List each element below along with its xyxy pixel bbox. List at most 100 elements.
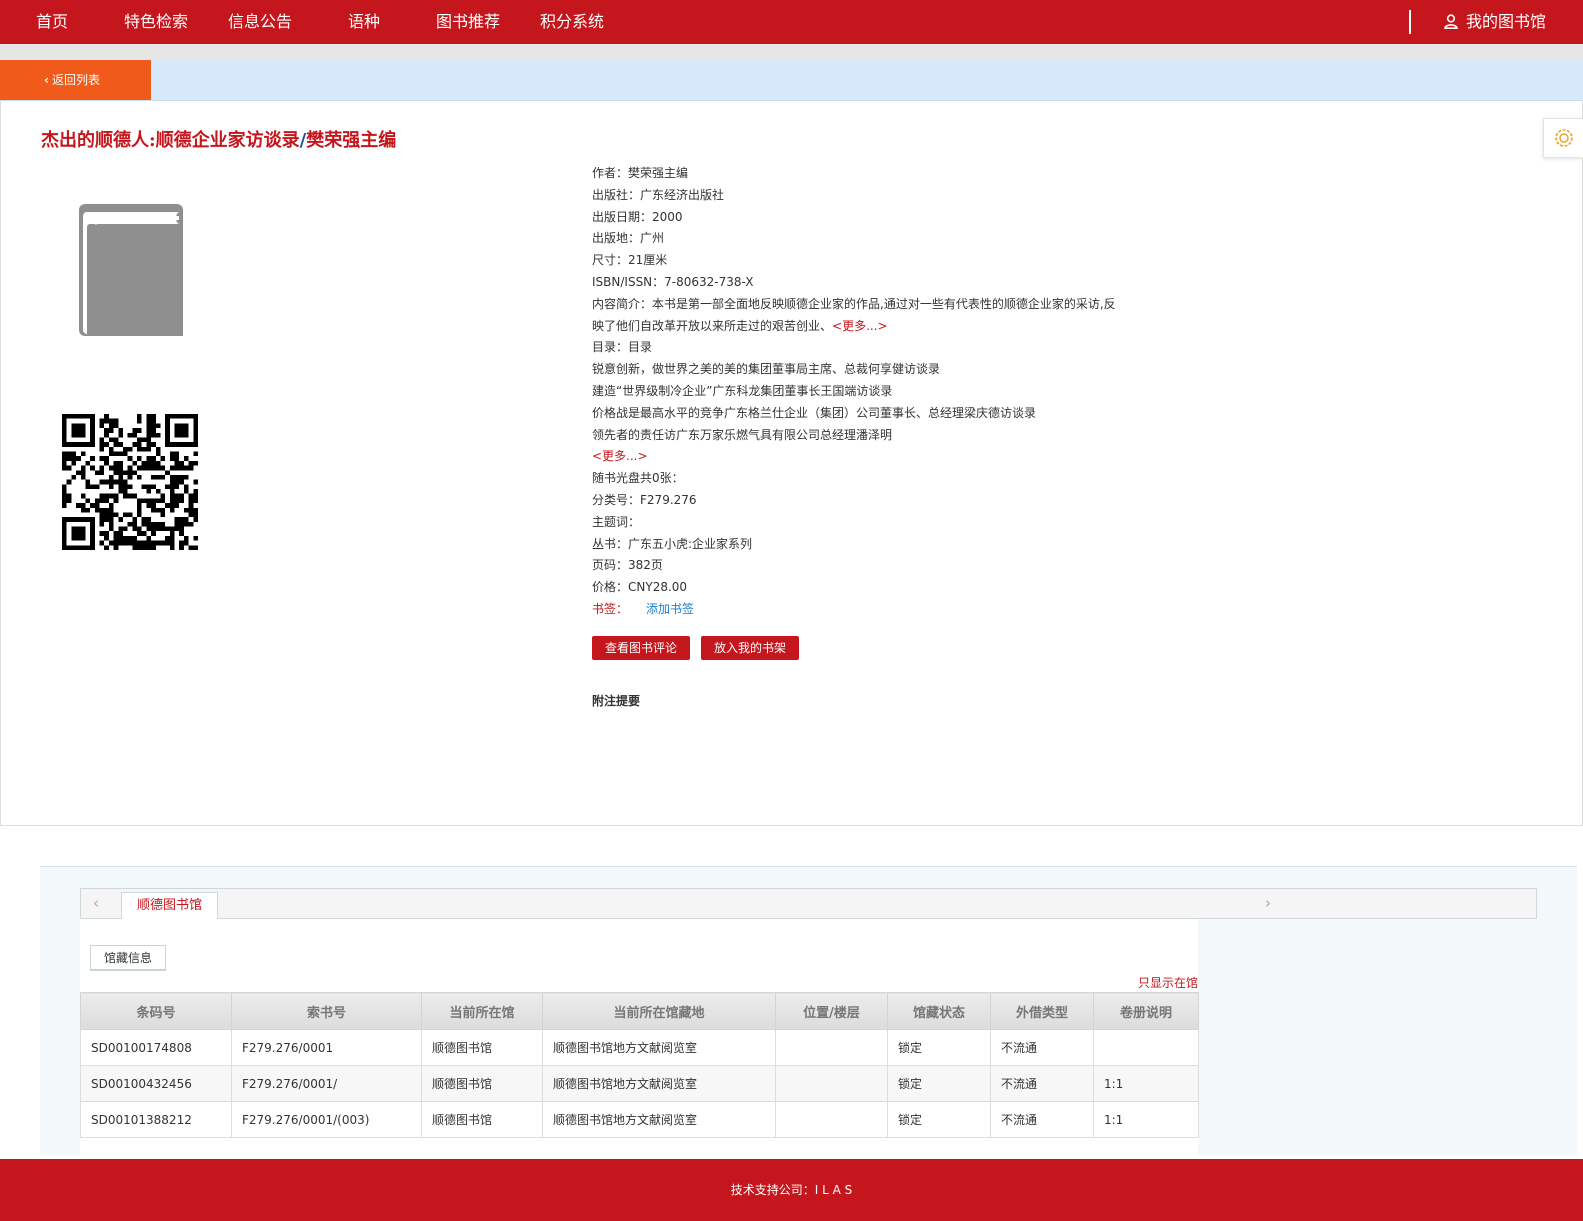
nav-points-system[interactable]: 积分系统 [540,0,604,44]
toc-value: 目录 [628,340,653,355]
chevron-left-icon: ‹ [44,73,49,87]
tab-scroll-left-icon[interactable]: ‹ [81,889,111,918]
info-bookmark: 书签： 添加书签 [592,599,1132,621]
cell-status: 锁定 [887,1029,991,1066]
bookmark-label: 书签： [592,601,629,616]
publisher-value: 广东经济出版社 [640,187,725,202]
add-bookmark-link[interactable]: 添加书签 [646,602,694,616]
nav-shadow-bar [0,44,1583,60]
summary-text-1: 本书是第一部全面地反映顺德企业家的作品,通过对一些有代表性的顺德企业家的采访,反 [652,296,1116,311]
user-icon [1444,13,1458,29]
cell-loan-type: 不流通 [990,1065,1094,1102]
book-info: 作者：樊荣强主编 出版社：广东经济出版社 出版日期：2000 出版地：广州 尺寸… [592,163,1132,621]
cell-barcode: SD00100432456 [80,1065,232,1102]
col-current-library: 当前所在馆 [421,992,543,1030]
info-cd: 随书光盘共0张： [592,471,684,486]
toc-line: 建造“世界级制冷企业”广东科龙集团董事长王国端访谈录 [592,383,893,398]
pubdate-value: 2000 [652,209,683,224]
cell-library: 顺德图书馆 [421,1029,543,1066]
table-row: SD00100174808 F279.276/0001 顺德图书馆 顺德图书馆地… [80,1029,1199,1066]
author-label: 作者： [592,166,629,180]
nav-recommendations[interactable]: 图书推荐 [436,0,500,44]
cell-location: 顺德图书馆地方文献阅览室 [542,1101,776,1138]
nav-announcements[interactable]: 信息公告 [228,0,292,44]
toc-line: 领先者的责任访广东万家乐燃气具有限公司总经理潘泽明 [592,427,893,442]
cell-call-number: F279.276/0001/(003) [231,1101,422,1138]
gear-icon [1554,129,1573,147]
info-class: 分类号：F279.276 [592,490,1132,512]
nav-special-search[interactable]: 特色检索 [124,0,188,44]
only-available-link[interactable]: 只显示在馆 [1138,974,1198,991]
cell-location: 顺德图书馆地方文献阅览室 [542,1065,776,1102]
footer-credit: 技术支持公司：I L A S [0,1159,1583,1221]
cell-call-number: F279.276/0001/ [231,1065,422,1102]
author-value: 樊荣强主编 [628,166,689,180]
col-status: 馆藏状态 [887,992,991,1030]
cell-barcode: SD00101388212 [80,1101,232,1138]
nav-home[interactable]: 首页 [36,0,68,44]
cell-volume: 1:1 [1093,1065,1199,1102]
nav-divider [1409,10,1411,34]
info-pubdate: 出版日期：2000 [592,207,1132,229]
info-subject: 主题词： [592,512,1132,534]
pages-value: 382页 [628,558,663,573]
col-volume-note: 卷册说明 [1093,992,1199,1030]
table-header-row: 条码号 索书号 当前所在馆 当前所在馆藏地 位置/楼层 馆藏状态 外借类型 卷册… [80,992,1199,1030]
table-row: SD00101388212 F279.276/0001/(003) 顺德图书馆 … [80,1101,1199,1138]
toc-line: 价格战是最高水平的竞争广东格兰仕企业（集团）公司董事长、总经理梁庆德访谈录 [592,405,1037,420]
series-label: 丛书： [592,536,629,551]
tab-scroll-right-icon[interactable]: › [1253,889,1283,918]
info-pages: 页码：382页 [592,555,1132,577]
tab-shunde-library[interactable]: 顺德图书馆 [121,892,218,919]
info-series: 丛书：广东五小虎:企业家系列 [592,534,1132,556]
toc-line: 锐意创新，做世界之美的美的集团董事局主席、总裁何享健访谈录 [592,362,941,377]
cell-status: 锁定 [887,1065,991,1102]
cell-volume [1093,1029,1199,1066]
floating-widget-button[interactable] [1543,118,1583,158]
tab-holdings-info[interactable]: 馆藏信息 [90,945,166,971]
nav-languages[interactable]: 语种 [348,0,380,44]
top-nav: 首页 特色检索 信息公告 语种 图书推荐 积分系统 我的图书馆 [0,0,1583,44]
summary-label: 内容简介： [592,296,653,311]
cell-location: 顺德图书馆地方文献阅览室 [542,1029,776,1066]
toc-label: 目录： [592,340,629,355]
back-to-list-button[interactable]: ‹ 返回列表 [0,60,151,100]
info-place: 出版地：广州 [592,228,1132,250]
book-title: 杰出的顺德人:顺德企业家访谈录/樊荣强主编 [41,126,396,152]
col-loan-type: 外借类型 [990,992,1094,1030]
cell-volume: 1:1 [1093,1101,1199,1138]
qr-code [62,414,198,550]
series-value: 广东五小虎:企业家系列 [628,536,753,551]
subject-label: 主题词： [592,514,641,529]
place-label: 出版地： [592,231,641,246]
info-author: 作者：樊荣强主编 [592,163,1132,185]
info-summary-line1: 内容简介：本书是第一部全面地反映顺德企业家的作品,通过对一些有代表性的顺德企业家… [592,294,1132,316]
cell-floor [775,1101,888,1138]
toc-more-link[interactable]: <更多...> [592,449,648,463]
price-label: 价格： [592,580,629,595]
nav-my-library[interactable]: 我的图书馆 [1444,0,1546,44]
size-value: 21厘米 [628,253,668,268]
back-bar [0,60,1583,101]
info-toc: 目录：目录 [592,337,1132,359]
notes-heading: 附注提要 [592,694,641,708]
cell-floor [775,1029,888,1066]
isbn-value: 7-80632-738-X [664,274,754,289]
pubdate-label: 出版日期： [592,209,653,224]
add-to-shelf-button[interactable]: 放入我的书架 [701,636,799,660]
col-current-location: 当前所在馆藏地 [542,992,776,1030]
cell-loan-type: 不流通 [990,1029,1094,1066]
info-isbn: ISBN/ISSN：7-80632-738-X [592,272,1132,294]
summary-more-link[interactable]: <更多...> [832,319,888,333]
summary-text-2: 映了他们自改革开放以来所走过的艰苦创业、 [592,318,833,333]
place-value: 广州 [640,231,665,246]
cell-floor [775,1065,888,1102]
col-floor: 位置/楼层 [775,992,888,1030]
cell-loan-type: 不流通 [990,1101,1094,1138]
back-label: 返回列表 [51,73,100,87]
cell-library: 顺德图书馆 [421,1065,543,1102]
view-reviews-button[interactable]: 查看图书评论 [592,636,690,660]
isbn-label: ISBN/ISSN： [592,274,665,289]
table-row: SD00100432456 F279.276/0001/ 顺德图书馆 顺德图书馆… [80,1065,1199,1102]
cell-barcode: SD00100174808 [80,1029,232,1066]
